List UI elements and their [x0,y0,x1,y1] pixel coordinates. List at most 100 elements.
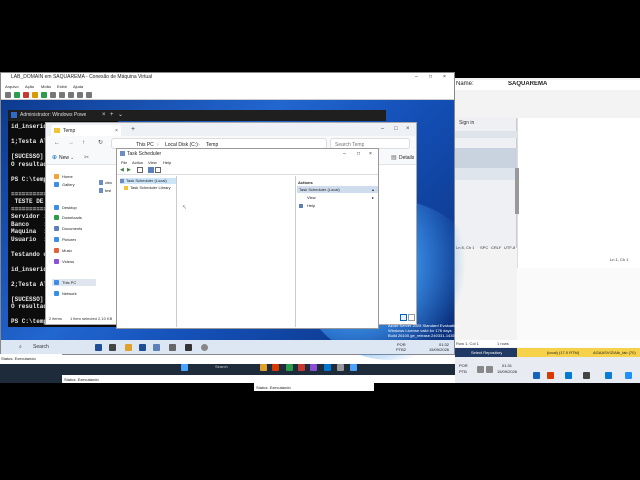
right-tray-date: 15/09/2026 [497,369,518,374]
tree-item-label: Task Scheduler Library [130,185,171,190]
ssms-repo[interactable]: Select Repository [471,350,502,355]
sidebar-item-label: Desktop [62,205,77,210]
sidebar-item-music[interactable]: Music [52,247,96,254]
task-scheduler-icon [120,179,124,183]
action-help-label: Help [307,203,316,208]
host-right-panel-a: Sign in Ln 8, Ch 1 SPC CRLF UTF-8 [455,118,517,250]
ts-maximize[interactable]: □ [357,151,360,157]
file-row[interactable]: cleu [98,179,116,186]
vm-close[interactable]: × [443,74,446,80]
explorer-tab[interactable]: Temp × [51,125,121,136]
explorer-file-list: cleu test [98,165,116,313]
vm-taskbar-search[interactable]: Search [33,344,49,350]
sidebar-item-pictures[interactable]: Pictures [52,236,96,243]
details-view-icon[interactable] [400,314,407,321]
right-status-spc: SPC [480,245,489,250]
forward-icon[interactable]: ▶ [127,167,131,173]
ps-tab-add[interactable]: + [110,112,114,119]
folder-icon [54,128,60,133]
ts-menu-action[interactable]: Action [132,160,143,165]
vm-menu-arquivo[interactable]: Arquivo [5,84,19,89]
music-icon [54,248,59,253]
ts-close[interactable]: × [369,151,372,157]
up-icon[interactable]: ↑ [82,140,85,147]
host-search-label[interactable]: Search [215,364,228,369]
sidebar-item-documents[interactable]: Documents [52,225,96,232]
tiles-view-icon[interactable] [408,314,415,321]
vm-menu-acao[interactable]: Ação [25,84,34,89]
tree-item[interactable]: Task Scheduler Library [124,185,176,191]
explorer-minimize[interactable]: – [381,126,384,133]
tree-item-label: Task Scheduler (Local) [126,178,167,183]
ts-actions-pane: Actions Task Scheduler (Local) ▴ View ▸ … [297,179,378,327]
actions-section[interactable]: Task Scheduler (Local) ▴ [297,186,378,193]
host-right-titlebar: Name: SAQUAREMA [455,80,640,90]
vm-minimize[interactable]: – [415,74,418,80]
bottom-status-1: Status: Executando [64,377,99,382]
explorer-close[interactable]: × [406,126,410,133]
folder-icon [124,186,128,190]
sidebar-item-desktop[interactable]: Desktop [52,204,96,211]
vm-menu-exibir[interactable]: Exibir [57,84,67,89]
host-status-strip: Status: Executando [62,375,455,383]
ssms-rows: 1 rows [497,341,509,346]
vm-menu-midia[interactable]: Mídia [41,84,51,89]
watermark-line3: Build 26100.ge_release.240331-1435 [388,333,455,338]
cut-icon[interactable]: ✂ [84,155,89,162]
panel-icon[interactable] [137,167,143,173]
ssms-bluebar: Select Repository (local) (17.0 RTM) AGA… [455,348,640,357]
sidebar-item-gallery[interactable]: Gallery [52,181,96,188]
sidebar-item-network[interactable]: Network [52,290,96,297]
vm-maximize[interactable]: □ [429,74,432,80]
ssms-server1: (local) (17.0 RTM) [547,350,580,355]
vm-toolbar [1,91,454,100]
actions-header: Actions [298,180,313,185]
ts-minimize[interactable]: – [343,151,346,157]
right-tray-time: 01:31 [502,363,513,368]
details-button[interactable]: Details [399,155,414,161]
vm-statusbar: Status: Executando [0,354,62,362]
documents-icon [54,226,59,231]
explorer-new-tab[interactable]: + [131,126,135,134]
ts-menu-help[interactable]: Help [163,160,171,165]
new-button[interactable]: New [59,155,69,161]
bottom-status-2: Status: Executando [256,385,291,390]
ts-menu-view[interactable]: View [148,160,157,165]
plus-icon: ⊕ [52,155,58,161]
help-icon[interactable] [148,167,154,173]
forward-icon[interactable]: → [68,140,74,147]
network-icon [54,291,59,296]
vm-watermark: Azure Server 2025 Standard Evaluation Wi… [380,323,459,339]
explorer-maximize[interactable]: □ [394,126,398,133]
ssms-server2: AGAASVIZ\Alb_lab (70) [593,350,636,355]
file-icon [99,180,103,185]
ps-tab-close[interactable]: × [102,112,106,119]
file-row[interactable]: test [98,187,116,194]
action-help[interactable]: Help [297,203,378,209]
sidebar-item-label: Music [62,248,73,253]
refresh-icon[interactable]: ↻ [98,140,103,147]
back-icon[interactable]: ← [54,140,60,147]
sidebar-item-this-pc[interactable]: This PC [52,279,96,286]
action-view[interactable]: View ▸ [297,195,378,201]
search-icon[interactable]: ⌕ [19,344,22,350]
file-name: test [105,188,112,193]
ts-menu-file[interactable]: File [121,160,127,165]
tree-item[interactable]: Task Scheduler (Local) [120,178,176,184]
sidebar-item-home[interactable]: Home [52,173,96,180]
explorer-tab-close[interactable]: × [115,128,118,134]
ps-app-icon [11,112,17,118]
ts-titlebar: Task Scheduler – □ × [117,149,378,159]
sidebar-item-downloads[interactable]: Downloads [52,214,96,221]
sidebar-item-videos[interactable]: Videos [52,258,96,265]
sidebar-item-label: Downloads [62,215,82,220]
mouse-cursor-icon: ↖ [182,205,188,211]
right-sign-in[interactable]: Sign in [459,120,474,126]
chevron-down-icon[interactable]: ⌄ [70,155,74,161]
ps-tab-menu[interactable]: ⌄ [118,112,123,119]
pane-icon[interactable] [155,167,161,173]
back-icon[interactable]: ◀ [120,167,124,173]
host-right-taskbar: POR PTB 01:31 15/09/2026 [455,357,640,383]
vm-menu-ajuda[interactable]: Ajuda [73,84,83,89]
file-icon [99,188,103,193]
